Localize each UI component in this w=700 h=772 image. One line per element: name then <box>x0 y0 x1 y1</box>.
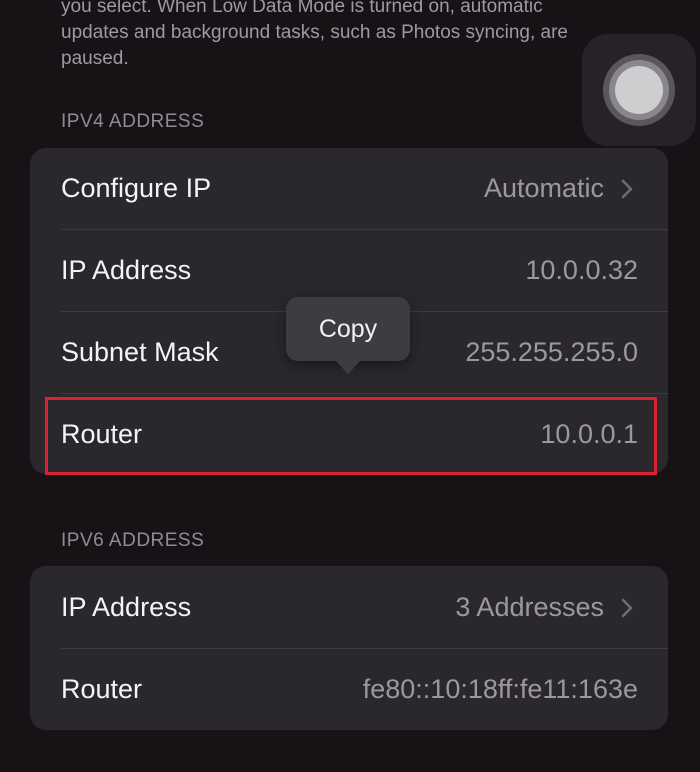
subnet-mask-value: 255.255.255.0 <box>465 337 638 367</box>
assistive-touch-icon <box>603 54 675 126</box>
ipv4-ip-address-value: 10.0.0.32 <box>525 255 638 285</box>
configure-ip-label: Configure IP <box>61 173 212 203</box>
ipv6-ip-address-row[interactable]: IP Address 3 Addresses <box>30 567 668 648</box>
chevron-right-icon <box>616 597 638 619</box>
ipv6-settings-group: IP Address 3 Addresses Router fe80::10:1… <box>30 566 668 730</box>
copy-button[interactable]: Copy <box>286 297 410 361</box>
ipv6-router-row[interactable]: Router fe80::10:18ff:fe11:163e <box>30 649 668 730</box>
low-data-mode-description: you select. When Low Data Mode is turned… <box>61 0 568 69</box>
ipv6-section-header: IPV6 ADDRESS <box>61 530 205 551</box>
configure-ip-value: Automatic <box>483 173 604 203</box>
subnet-mask-label: Subnet Mask <box>61 337 219 367</box>
ipv4-section-header: IPV4 ADDRESS <box>61 111 205 132</box>
copy-popover-tail <box>335 360 361 374</box>
ipv6-router-value: fe80::10:18ff:fe11:163e <box>362 674 638 704</box>
ipv6-ip-address-value: 3 Addresses <box>455 592 604 622</box>
ipv4-ip-address-label: IP Address <box>61 255 192 285</box>
chevron-right-icon <box>616 178 638 200</box>
router-highlight-box <box>45 397 657 475</box>
ipv6-ip-address-label: IP Address <box>61 592 192 622</box>
configure-ip-row[interactable]: Configure IP Automatic <box>30 148 668 229</box>
assistive-touch-button[interactable] <box>582 34 696 146</box>
ipv6-router-label: Router <box>61 674 143 704</box>
